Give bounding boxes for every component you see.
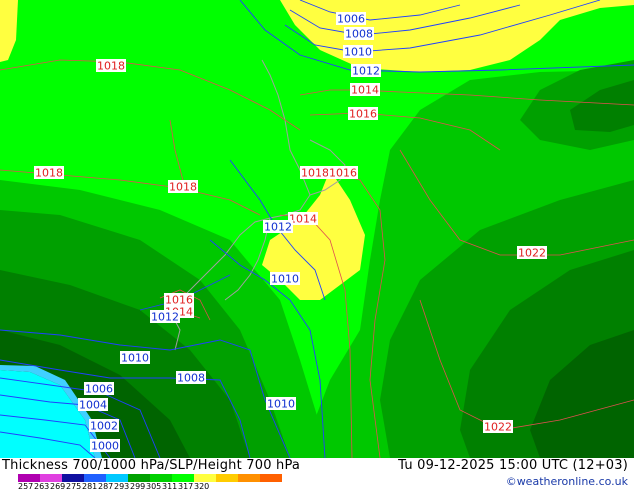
isobar-label: 1018	[301, 167, 329, 180]
isobar-label: 1022	[518, 247, 546, 260]
isobar-label: 1018	[35, 167, 63, 180]
scale-swatch	[106, 474, 128, 482]
scale-swatch	[216, 474, 238, 482]
scale-swatch	[128, 474, 150, 482]
contour-label: 1010	[344, 46, 372, 59]
isobar-label: 1014	[351, 84, 379, 97]
scale-swatch	[18, 474, 40, 482]
credit-link[interactable]: ©weatheronline.co.uk	[506, 475, 628, 488]
valid-time: Tu 09-12-2025 15:00 UTC (12+03)	[398, 458, 628, 473]
isobar-label: 1016	[329, 167, 357, 180]
contour-label: 1006	[85, 383, 113, 396]
contour-label: 1008	[345, 28, 373, 41]
map-title: Thickness 700/1000 hPa/SLP/Height 700 hP…	[2, 458, 301, 473]
contour-label: 1008	[177, 372, 205, 385]
isobar-label: 1022	[484, 421, 512, 434]
isobar-label: 1014	[289, 213, 317, 226]
scale-swatch	[62, 474, 84, 482]
contour-label: 1004	[79, 399, 107, 412]
scale-swatch	[40, 474, 62, 482]
color-scale	[18, 474, 282, 482]
isobar-label: 1018	[169, 181, 197, 194]
weather-map: 1018 1018 1018 1018 1016 1014 1016 1014 …	[0, 0, 634, 458]
isobar-label: 1018	[97, 60, 125, 73]
contour-label: 1012	[151, 311, 179, 324]
scale-swatch	[238, 474, 260, 482]
contour-label: 1006	[337, 13, 365, 26]
contour-label: 1000	[91, 440, 119, 453]
scale-swatch	[260, 474, 282, 482]
isobar-label: 1016	[349, 108, 377, 121]
scale-swatch	[84, 474, 106, 482]
map-footer: Thickness 700/1000 hPa/SLP/Height 700 hP…	[0, 458, 634, 491]
scale-swatch	[172, 474, 194, 482]
contour-label: 1012	[352, 65, 380, 78]
contour-label: 1002	[90, 420, 118, 433]
contour-label: 1010	[121, 352, 149, 365]
scale-swatch	[150, 474, 172, 482]
contour-label: 1012	[264, 221, 292, 234]
scale-swatch	[194, 474, 216, 482]
contour-label: 1010	[267, 398, 295, 411]
contour-label: 1010	[271, 273, 299, 286]
